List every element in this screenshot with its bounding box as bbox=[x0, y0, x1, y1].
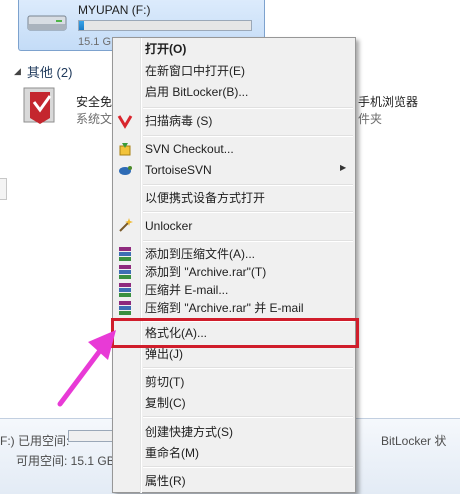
menu-item-tortoisesvn[interactable]: TortoiseSVN bbox=[145, 161, 212, 179]
menu-item-add-to-archive-rar[interactable]: 添加到 "Archive.rar"(T) bbox=[145, 263, 266, 281]
item-sub-phone-browser: 件夹 bbox=[358, 112, 383, 126]
menu-item-open-as-portable[interactable]: 以便携式设备方式打开 bbox=[145, 189, 265, 207]
menu-separator bbox=[143, 184, 353, 186]
winrar-icon bbox=[119, 301, 131, 315]
menu-item-create-shortcut[interactable]: 创建快捷方式(S) bbox=[145, 423, 233, 441]
menu-separator bbox=[143, 416, 353, 418]
details-used-label: F:) 已用空间: bbox=[0, 434, 70, 448]
drive-usage-bar bbox=[78, 20, 252, 31]
menu-separator bbox=[143, 107, 353, 109]
format-highlight-box bbox=[111, 318, 359, 348]
group-label: 其他 (2) bbox=[26, 65, 73, 80]
menu-separator bbox=[143, 240, 353, 242]
menu-separator bbox=[143, 367, 353, 369]
item-name-phone-browser[interactable]: 手机浏览器 bbox=[358, 93, 418, 110]
menu-item-enable-bitlocker[interactable]: 启用 BitLocker(B)... bbox=[145, 83, 248, 101]
unlocker-wand-icon bbox=[119, 218, 133, 232]
menu-item-unlocker[interactable]: Unlocker bbox=[145, 217, 192, 235]
menu-icon-gutter bbox=[140, 38, 142, 493]
menu-item-svn-checkout[interactable]: SVN Checkout... bbox=[145, 140, 234, 158]
details-usage-bar bbox=[68, 430, 118, 442]
details-bitlocker-label: BitLocker 状 bbox=[381, 434, 447, 448]
usb-drive-icon bbox=[27, 15, 67, 31]
item-sub-security: 系统文 bbox=[76, 112, 113, 126]
menu-separator bbox=[143, 466, 353, 468]
security-app-icon bbox=[23, 87, 55, 124]
winrar-icon bbox=[119, 247, 131, 261]
menu-item-add-to-archive[interactable]: 添加到压缩文件(A)... bbox=[145, 245, 255, 263]
annotation-arrow-icon bbox=[57, 330, 116, 407]
winrar-icon bbox=[119, 283, 131, 297]
drive-name: MYUPAN (F:) bbox=[78, 3, 151, 17]
left-pane-edge bbox=[0, 178, 7, 200]
tortoisesvn-icon bbox=[119, 166, 132, 175]
menu-item-scan-virus[interactable]: 扫描病毒 (S) bbox=[145, 112, 212, 130]
winrar-icon bbox=[119, 265, 131, 279]
menu-item-compress-rar-email[interactable]: 压缩到 "Archive.rar" 并 E-mail bbox=[145, 299, 304, 317]
menu-item-properties[interactable]: 属性(R) bbox=[145, 472, 186, 490]
menu-item-cut[interactable]: 剪切(T) bbox=[145, 373, 184, 391]
menu-separator bbox=[143, 135, 353, 137]
menu-item-rename[interactable]: 重命名(M) bbox=[145, 444, 199, 462]
menu-item-open-new-window[interactable]: 在新窗口中打开(E) bbox=[145, 62, 245, 80]
details-free-label: 可用空间: 15.1 GB bbox=[16, 454, 115, 468]
menu-item-open[interactable]: 打开(O) bbox=[145, 40, 186, 58]
group-header-other[interactable]: ◢ 其他 (2) bbox=[14, 62, 72, 81]
menu-item-compress-email[interactable]: 压缩并 E-mail... bbox=[145, 281, 228, 299]
menu-item-copy[interactable]: 复制(C) bbox=[145, 394, 186, 412]
antivirus-icon bbox=[117, 115, 133, 129]
menu-separator bbox=[143, 211, 353, 213]
item-name-security[interactable]: 安全免 bbox=[76, 93, 112, 110]
drive-usage-fill bbox=[79, 21, 85, 30]
svn-checkout-icon bbox=[119, 143, 131, 156]
collapse-caret-icon[interactable]: ◢ bbox=[14, 66, 21, 77]
submenu-arrow-icon: ▶ bbox=[340, 163, 347, 172]
drive-free-text: 15.1 G bbox=[78, 36, 112, 48]
